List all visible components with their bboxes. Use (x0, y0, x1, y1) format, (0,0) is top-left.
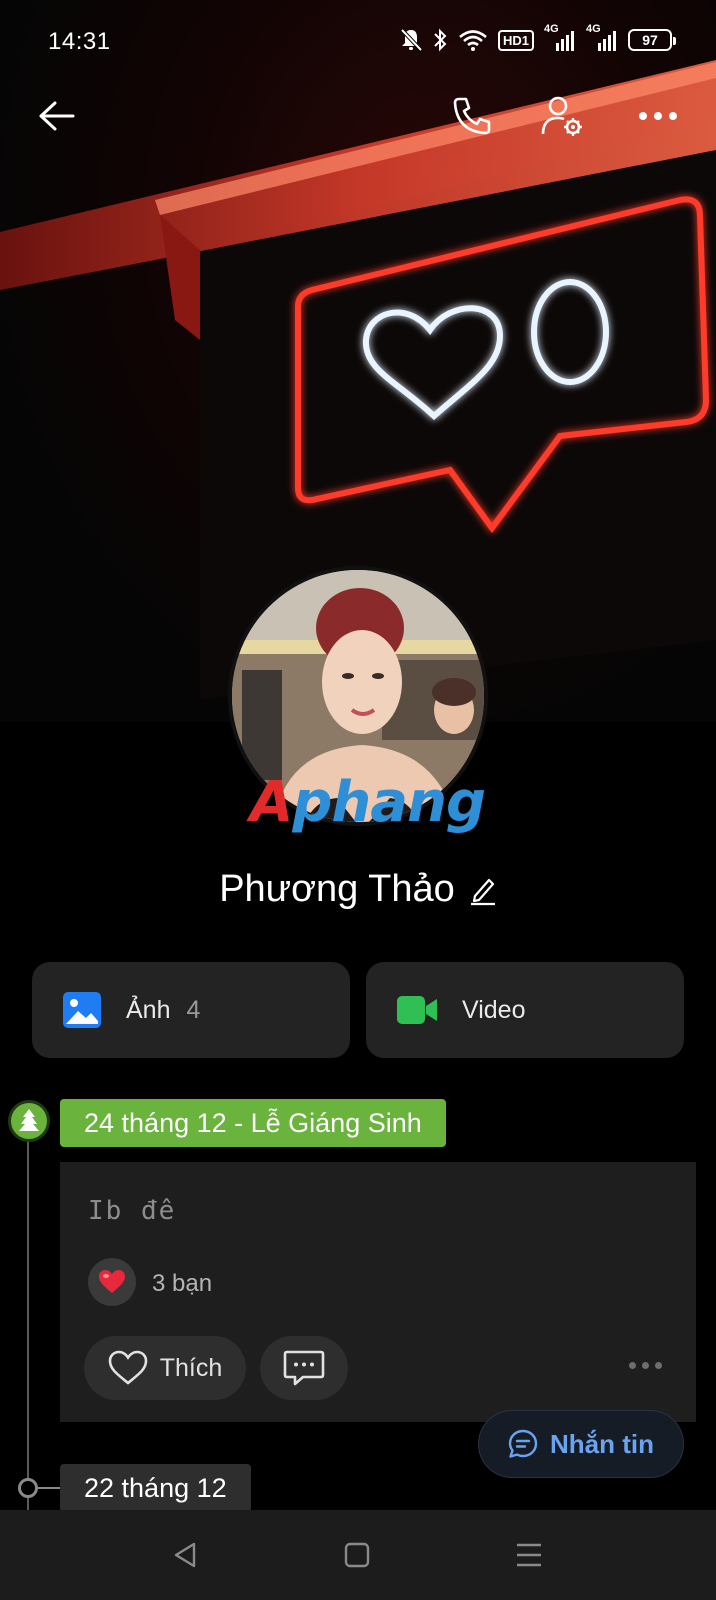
like-button[interactable]: Thích (84, 1336, 246, 1400)
hd-icon: HD1 (497, 29, 534, 51)
reaction-count[interactable]: 3 bạn (152, 1270, 212, 1298)
heart-outline-icon (108, 1350, 148, 1385)
chat-bubble-icon (508, 1429, 538, 1458)
profile-name: Phương Thảo (219, 868, 455, 910)
status-time: 14:31 (48, 28, 111, 55)
mute-bell-icon (400, 28, 422, 52)
christmas-tree-icon (8, 1100, 50, 1142)
nav-recents-icon (517, 1543, 541, 1567)
photos-label: Ảnh (126, 995, 171, 1024)
comment-icon (283, 1350, 325, 1386)
more-icon (639, 112, 677, 120)
message-button[interactable]: Nhắn tin (478, 1410, 684, 1478)
pencil-icon[interactable] (469, 874, 497, 906)
signal-type-label: 4G (586, 23, 601, 35)
next-date-label: 22 tháng 12 (60, 1464, 251, 1512)
profile-settings-button[interactable] (534, 88, 590, 144)
call-button[interactable] (444, 88, 500, 144)
status-bar: 14:31 HD1 4G 4G 97 (0, 0, 716, 84)
timeline-line (27, 1120, 29, 1520)
back-button[interactable] (28, 88, 84, 144)
phone-icon (453, 97, 491, 135)
video-tile[interactable]: Video (366, 962, 684, 1058)
timeline-connector (38, 1487, 60, 1489)
more-button[interactable] (630, 88, 686, 144)
nav-home-icon (344, 1542, 370, 1568)
video-camera-icon (396, 994, 438, 1026)
message-button-label: Nhắn tin (550, 1428, 654, 1459)
photos-tile[interactable]: Ảnh 4 (32, 962, 350, 1058)
timeline-node (18, 1478, 38, 1498)
timeline-post[interactable]: Ib đê 3 bạn Thích (60, 1162, 696, 1422)
watermark-letter: A (250, 770, 293, 835)
profile-name-row: Phương Thảo (0, 868, 716, 911)
nav-recents-button[interactable] (506, 1532, 552, 1578)
profile-settings-icon (541, 96, 582, 136)
nav-back-button[interactable] (162, 1532, 208, 1578)
top-app-bar (0, 84, 716, 148)
wifi-icon (458, 29, 488, 51)
photo-gallery-icon (62, 991, 102, 1029)
signal-icon: 4G (544, 23, 576, 51)
post-text: Ib đê (88, 1196, 177, 1226)
system-nav-bar (0, 1510, 716, 1600)
nav-home-button[interactable] (334, 1532, 380, 1578)
battery-icon: 97 (628, 29, 676, 51)
watermark-logo: Aphang (250, 770, 486, 835)
comment-button[interactable] (260, 1336, 348, 1400)
bluetooth-icon (432, 28, 448, 52)
event-date-label: 24 tháng 12 - Lễ Giáng Sinh (60, 1099, 446, 1147)
signal-icon: 4G (586, 23, 618, 51)
like-label: Thích (159, 1353, 223, 1382)
signal-type-label: 4G (544, 23, 559, 35)
heart-reaction-icon[interactable] (88, 1258, 136, 1306)
watermark-text: phang (292, 770, 486, 835)
post-more-icon[interactable] (629, 1362, 662, 1369)
nav-back-icon (174, 1542, 196, 1568)
photos-count: 4 (186, 995, 201, 1024)
video-label: Video (462, 995, 526, 1024)
back-arrow-icon (39, 101, 75, 131)
status-icons: HD1 4G 4G 97 (400, 23, 676, 52)
